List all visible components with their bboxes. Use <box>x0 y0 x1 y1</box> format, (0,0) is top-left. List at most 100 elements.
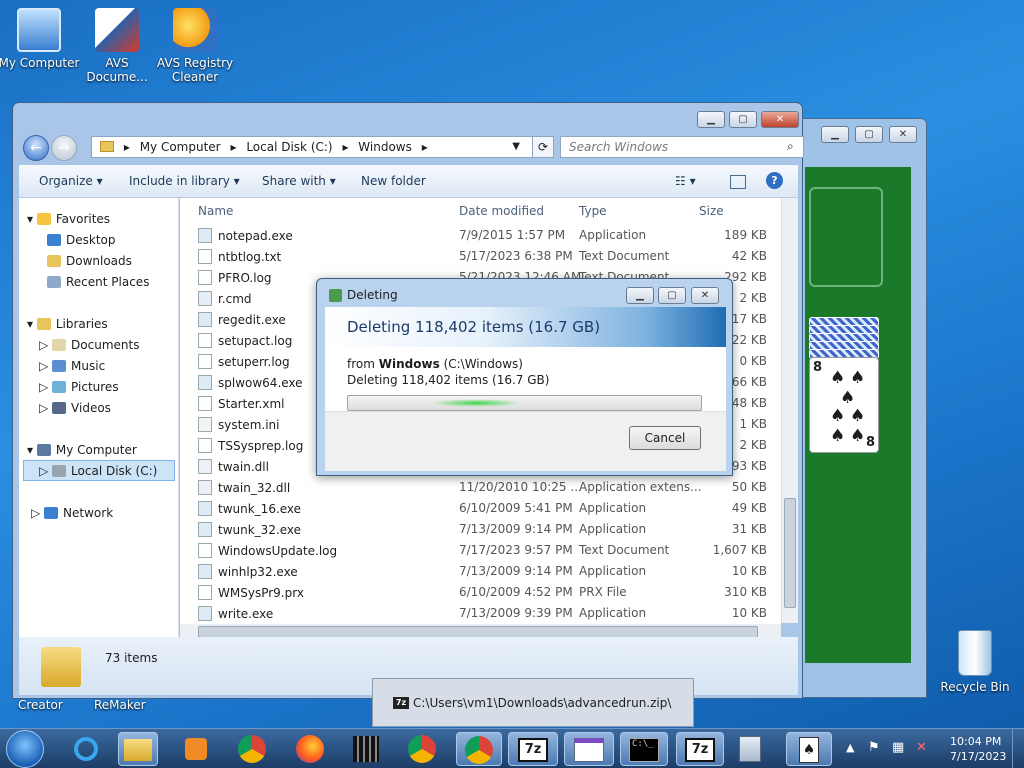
desktop-icon-avs-registry[interactable]: AVS Registry Cleaner <box>153 8 237 84</box>
chevron-down-icon[interactable]: ▼ <box>512 137 520 157</box>
close-button[interactable]: ✕ <box>691 287 719 304</box>
foundation-slot[interactable] <box>809 187 883 287</box>
organize-button[interactable]: Organize ▾ <box>39 174 103 188</box>
file-name-cell: regedit.exe <box>198 312 286 327</box>
nav-network[interactable]: ▷ Network <box>31 506 113 520</box>
share-with-button[interactable]: Share with ▾ <box>262 174 336 188</box>
taskbar-media-player-icon[interactable] <box>176 732 216 766</box>
maximize-button[interactable]: ▢ <box>855 126 883 143</box>
progress-detail: Deleting 118,402 items (16.7 GB) <box>347 373 550 387</box>
table-row[interactable]: ntbtlog.txt 5/17/2023 6:38 PM Text Documen… <box>180 246 781 267</box>
clock-date[interactable]: 7/17/2023 <box>950 750 1006 763</box>
vertical-scrollbar[interactable] <box>781 198 798 623</box>
search-input[interactable]: Search Windows <box>560 136 804 158</box>
back-button[interactable]: ← <box>23 135 49 161</box>
7zip-icon: 7z <box>393 697 409 709</box>
nav-recent-places[interactable]: Recent Places <box>47 275 149 289</box>
file-icon <box>198 522 212 537</box>
size-cell: 189 KB <box>724 228 767 242</box>
taskbar-chrome-icon[interactable] <box>456 732 502 766</box>
nav-music[interactable]: ▷ Music <box>39 359 105 373</box>
folder-icon <box>41 647 81 687</box>
help-icon[interactable]: ? <box>766 172 783 189</box>
search-icon[interactable]: ⌕ <box>787 139 794 154</box>
taskbar-ie-icon[interactable] <box>66 732 106 766</box>
close-button[interactable]: ✕ <box>761 111 799 128</box>
forward-button[interactable]: → <box>51 135 77 161</box>
nav-videos[interactable]: ▷ Videos <box>39 401 111 415</box>
start-button[interactable] <box>6 730 44 768</box>
taskbar-7zip-icon[interactable]: 7z <box>676 732 724 766</box>
nav-favorites[interactable]: ▾ Favorites <box>27 212 110 226</box>
taskbar-chrome-icon[interactable] <box>402 732 442 766</box>
taskbar-calculator-icon[interactable] <box>730 732 770 766</box>
table-row[interactable]: notepad.exe 7/9/2015 1:57 PM Application 18… <box>180 225 781 246</box>
table-row[interactable]: write.exe 7/13/2009 9:39 PM Application 10 … <box>180 603 781 624</box>
taskbar-explorer-icon[interactable] <box>118 732 158 766</box>
breadcrumb-windows[interactable]: Windows <box>358 140 412 154</box>
new-folder-button[interactable]: New folder <box>361 174 426 188</box>
table-row[interactable]: twunk_16.exe 6/10/2009 5:41 PM Application… <box>180 498 781 519</box>
column-header-type[interactable]: Type <box>579 204 607 218</box>
close-button[interactable]: ✕ <box>889 126 917 143</box>
include-in-library-button[interactable]: Include in library ▾ <box>129 174 240 188</box>
nav-downloads[interactable]: Downloads <box>47 254 132 268</box>
view-options-icon[interactable]: ☷ ▾ <box>675 174 696 188</box>
taskbar-cmd-icon[interactable]: C:\_ <box>620 732 668 766</box>
taskbar-7zip-icon[interactable]: 7z <box>508 732 558 766</box>
table-row[interactable]: winhlp32.exe 7/13/2009 9:14 PM Application… <box>180 561 781 582</box>
show-hidden-icons-icon[interactable]: ▲ <box>846 741 854 754</box>
table-row[interactable]: WMSysPr9.prx 6/10/2009 4:52 PM PRX File 310… <box>180 582 781 603</box>
star-icon <box>36 213 51 225</box>
show-desktop-button[interactable] <box>1012 729 1024 768</box>
refresh-button[interactable]: ⟳ <box>532 136 554 158</box>
taskbar-solitaire-icon[interactable]: ♠ <box>786 732 832 766</box>
card-eight-of-spades[interactable]: 8 ♠ ♠ ♠ ♠ ♠ ♠ ♠ 8 <box>809 357 879 453</box>
action-center-flag-icon[interactable]: ⚑ <box>868 740 880 755</box>
desktop-icon-recycle-bin[interactable]: Recycle Bin <box>933 630 1017 694</box>
breadcrumb-my-computer[interactable]: My Computer <box>140 140 221 154</box>
cancel-button[interactable]: Cancel <box>629 426 701 450</box>
taskbar-chrome-icon[interactable] <box>232 732 272 766</box>
taskbar-video-icon[interactable] <box>346 732 386 766</box>
desktop-icon-avs-document[interactable]: AVS Docume... <box>75 8 159 84</box>
type-cell: Application <box>579 522 647 536</box>
desktop-icon-my-computer[interactable]: My Computer <box>0 8 81 70</box>
deleting-dialog[interactable]: Deleting ▁ ▢ ✕ Deleting 118,402 items (1… <box>316 278 733 476</box>
file-icon <box>198 501 212 516</box>
table-row[interactable]: twain_32.dll 11/20/2010 10:25 ... Applicat… <box>180 477 781 498</box>
nav-pictures[interactable]: ▷ Pictures <box>39 380 119 394</box>
file-icon <box>198 249 212 264</box>
nav-documents[interactable]: ▷ Documents <box>39 338 139 352</box>
scroll-thumb[interactable] <box>784 498 796 608</box>
nav-local-disk[interactable]: ▷ Local Disk (C:) <box>39 464 157 478</box>
date-cell: 6/10/2009 5:41 PM <box>459 501 573 515</box>
clock-time[interactable]: 10:04 PM <box>950 735 1001 748</box>
table-row[interactable]: WindowsUpdate.log 7/17/2023 9:57 PM Text D… <box>180 540 781 561</box>
nav-libraries[interactable]: ▾ Libraries <box>27 317 108 331</box>
file-name-cell: winhlp32.exe <box>198 564 298 579</box>
preview-pane-icon[interactable] <box>730 175 746 189</box>
taskbar-dialog-icon[interactable] <box>564 732 614 766</box>
command-bar: Organize ▾ Include in library ▾ Share wi… <box>19 165 798 198</box>
computer-icon <box>17 8 61 52</box>
column-header-size[interactable]: Size <box>699 204 724 218</box>
table-row[interactable]: twunk_32.exe 7/13/2009 9:14 PM Application… <box>180 519 781 540</box>
column-header-name[interactable]: Name <box>198 204 233 218</box>
type-cell: Application extens... <box>579 480 702 494</box>
minimize-button[interactable]: ▁ <box>626 287 654 304</box>
minimize-button[interactable]: ▁ <box>697 111 725 128</box>
breadcrumb-local-disk[interactable]: Local Disk (C:) <box>246 140 332 154</box>
network-tray-icon[interactable]: ▦ <box>892 740 904 755</box>
nav-my-computer[interactable]: ▾ My Computer <box>27 443 137 457</box>
minimize-button[interactable]: ▁ <box>821 126 849 143</box>
column-header-date[interactable]: Date modified <box>459 204 544 218</box>
address-bar[interactable]: ▸ My Computer ▸ Local Disk (C:) ▸ Window… <box>91 136 533 158</box>
maximize-button[interactable]: ▢ <box>658 287 686 304</box>
maximize-button[interactable]: ▢ <box>729 111 757 128</box>
volume-muted-icon[interactable]: ✕ <box>916 740 927 755</box>
solitaire-window[interactable]: ▁ ▢ ✕ 8 ♠ ♠ ♠ ♠ ♠ ♠ ♠ 8 <box>790 118 927 698</box>
nav-desktop[interactable]: Desktop <box>47 233 116 247</box>
size-cell: 49 KB <box>731 501 767 515</box>
taskbar-firefox-icon[interactable] <box>290 732 330 766</box>
